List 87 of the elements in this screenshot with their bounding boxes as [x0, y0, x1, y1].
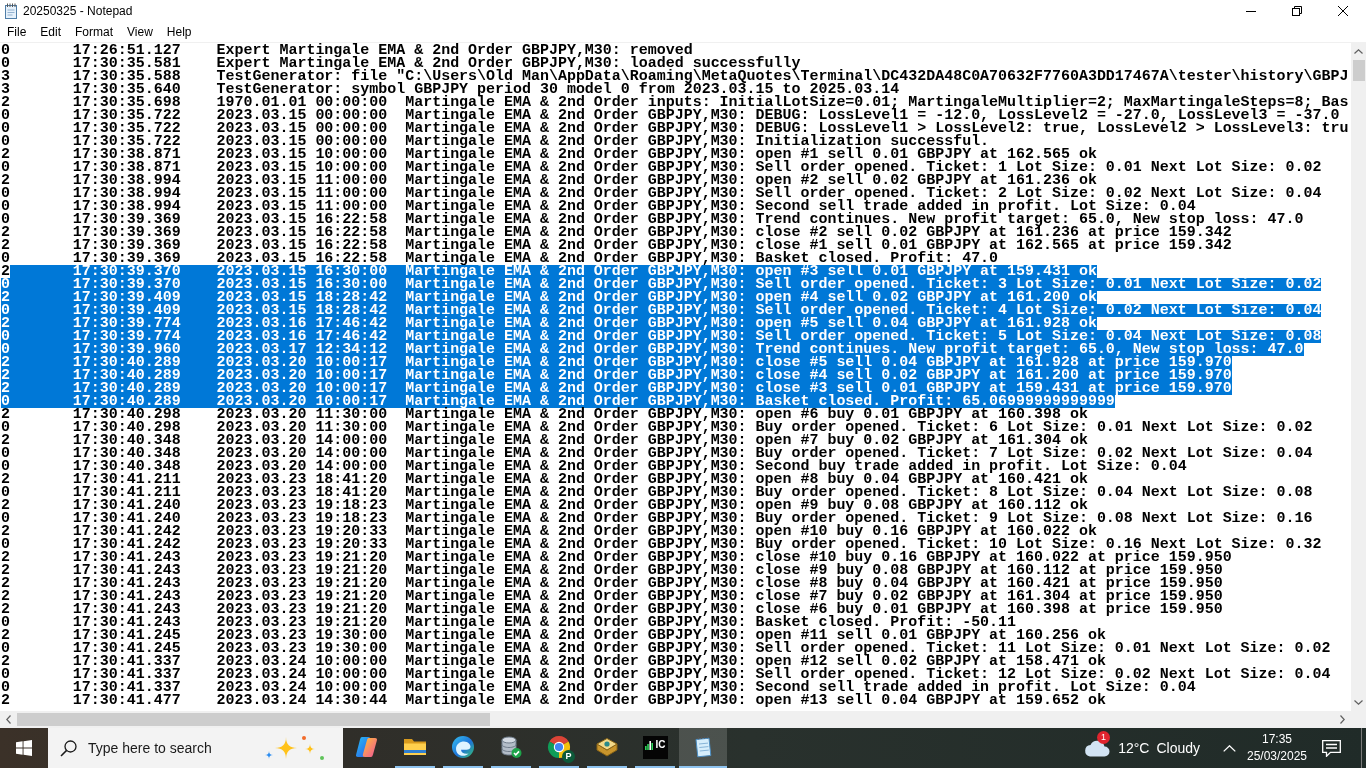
- chevron-up-icon: [1354, 49, 1363, 54]
- text-line: 2 17:30:41.477 2023.03.24 14:30:44 Martingale EMA & 2nd Order GBPJPY,M30: open #13 sell 0.04 GBPJPY at 159.652 ok: [1, 694, 1106, 707]
- search-icon: [60, 739, 77, 757]
- text-line: 2 17:30:40.289 2023.03.20 10:00:17 Martingale EMA & 2nd Order GBPJPY,M30: close #4 sell 0.02 GBPJPY at 161.200 at price 159.970: [1, 369, 1232, 382]
- text-line: 0 17:30:35.722 2023.03.15 00:00:00 Martingale EMA & 2nd Order GBPJPY,M30: DEBUG: LossLevel1 > LossLevel2: true, LossLevel2 > LossLevel3: tru: [1, 122, 1349, 135]
- text-line: 0 17:30:41.337 2023.03.24 10:00:00 Martingale EMA & 2nd Order GBPJPY,M30: Second sell trade added in profit. Lot Size: 0.04: [1, 681, 1196, 694]
- scrollbar-thumb[interactable]: [17, 713, 490, 726]
- text-line: 0 17:30:35.581 Expert Martingale EMA & 2nd Order GBPJPY,M30: loaded successfully: [1, 57, 801, 70]
- swirl-logo-icon: [451, 735, 475, 759]
- text-line: 2 17:30:41.245 2023.03.23 19:30:00 Martingale EMA & 2nd Order GBPJPY,M30: open #11 sell 0.01 GBPJPY at 160.256 ok: [1, 629, 1106, 642]
- text-line: 2 17:30:41.211 2023.03.23 18:41:20 Martingale EMA & 2nd Order GBPJPY,M30: open #8 buy 0.04 GBPJPY at 160.421 ok: [1, 473, 1088, 486]
- menu-item[interactable]: Edit: [33, 22, 69, 42]
- text-line: 2 17:30:41.243 2023.03.23 19:21:20 Martingale EMA & 2nd Order GBPJPY,M30: close #7 buy 0.02 GBPJPY at 161.304 at price 159.950: [1, 590, 1223, 603]
- text-line: 2 17:30:39.409 2023.03.15 18:28:42 Martingale EMA & 2nd Order GBPJPY,M30: open #4 sell 0.02 GBPJPY at 161.200 ok: [1, 291, 1097, 304]
- logo-text: IC: [655, 738, 666, 750]
- clock-date: 25/03/2025: [1246, 748, 1308, 765]
- round-browser-icon: [547, 735, 571, 759]
- taskbar-app-button[interactable]: P: [535, 728, 583, 768]
- text-line: 2 17:30:39.369 2023.03.15 16:22:58 Martingale EMA & 2nd Order GBPJPY,M30: close #1 sell 0.01 GBPJPY at 162.565 at price 159.342: [1, 239, 1232, 252]
- text-line: 2 17:30:41.243 2023.03.23 19:21:20 Martingale EMA & 2nd Order GBPJPY,M30: close #6 buy 0.01 GBPJPY at 160.398 at price 159.950: [1, 603, 1223, 616]
- text-line: 0 17:30:39.369 2023.03.15 16:22:58 Martingale EMA & 2nd Order GBPJPY,M30: Trend continues. New profit target: 65.0, New stop loss: 47.0: [1, 213, 1304, 226]
- text-line: 0 17:30:41.243 2023.03.23 19:21:20 Martingale EMA & 2nd Order GBPJPY,M30: Basket closed. Profit: -50.11: [1, 616, 1017, 629]
- bar-chart-icon: [644, 740, 653, 750]
- text-line: 2 17:30:40.298 2023.03.20 11:30:00 Martingale EMA & 2nd Order GBPJPY,M30: open #6 buy 0.01 GBPJPY at 160.398 ok: [1, 408, 1088, 421]
- cloud-icon: [1084, 739, 1111, 757]
- close-icon: [1338, 6, 1348, 16]
- text-line: 0 17:30:40.348 2023.03.20 14:00:00 Martingale EMA & 2nd Order GBPJPY,M30: Second buy trade added in profit. Lot Size: 0.04: [1, 460, 1187, 473]
- text-line: 2 17:30:41.337 2023.03.24 10:00:00 Martingale EMA & 2nd Order GBPJPY,M30: open #12 sell 0.02 GBPJPY at 158.471 ok: [1, 655, 1106, 668]
- text-line: 0 17:30:41.245 2023.03.23 19:30:00 Martingale EMA & 2nd Order GBPJPY,M30: Sell order opened. Ticket: 11 Lot Size: 0.01 Next Lot Size: 0.02: [1, 642, 1331, 655]
- text-line: 0 17:30:41.211 2023.03.23 18:41:20 Martingale EMA & 2nd Order GBPJPY,M30: Buy order opened. Ticket: 8 Lot Size: 0.04 Next Lot Size: 0.08: [1, 486, 1313, 499]
- menu-item[interactable]: Help: [159, 22, 199, 42]
- database-check-icon: [499, 735, 523, 759]
- text-line: 0 17:30:39.960 2023.03.17 12:34:12 Martingale EMA & 2nd Order GBPJPY,M30: Trend continues. New profit target: 65.0, New stop loss: 47.0: [1, 343, 1304, 356]
- text-line: 2 17:30:41.242 2023.03.23 19:20:33 Martingale EMA & 2nd Order GBPJPY,M30: open #10 buy 0.16 GBPJPY at 160.022 ok: [1, 525, 1097, 538]
- text-line: 0 17:30:38.994 2023.03.15 11:00:00 Martingale EMA & 2nd Order GBPJPY,M30: Second sell trade added in profit. Lot Size: 0.04: [1, 200, 1196, 213]
- alert-badge: 1: [1097, 731, 1111, 744]
- profile-badge: P: [562, 750, 575, 763]
- text-line: 2 17:30:38.994 2023.03.15 11:00:00 Martingale EMA & 2nd Order GBPJPY,M30: open #2 sell 0.02 GBPJPY at 161.236 ok: [1, 174, 1097, 187]
- text-line: 2 17:30:41.243 2023.03.23 19:21:20 Martingale EMA & 2nd Order GBPJPY,M30: close #10 buy 0.16 GBPJPY at 160.022 at price 159.950: [1, 551, 1232, 564]
- menu-item[interactable]: File: [0, 22, 34, 42]
- text-line: 2 17:30:39.369 2023.03.15 16:22:58 Martingale EMA & 2nd Order GBPJPY,M30: close #2 sell 0.02 GBPJPY at 161.236 at price 159.342: [1, 226, 1232, 239]
- text-line: 2 17:30:41.243 2023.03.23 19:21:20 Martingale EMA & 2nd Order GBPJPY,M30: close #9 buy 0.08 GBPJPY at 160.112 at price 159.950: [1, 564, 1223, 577]
- text-line: 0 17:30:39.774 2023.03.16 17:46:42 Martingale EMA & 2nd Order GBPJPY,M30: Sell order opened. Ticket: 5 Lot Size: 0.04 Next Lot Size: 0.08: [1, 330, 1322, 343]
- text-line: 2 17:30:35.698 1970.01.01 00:00:00 Martingale EMA & 2nd Order inputs: InitialLotSize=0.01; MartingaleMultiplier=2; MaxMartingaleSteps=8; Bas: [1, 96, 1349, 109]
- text-line: 2 17:30:40.348 2023.03.20 14:00:00 Martingale EMA & 2nd Order GBPJPY,M30: open #7 buy 0.02 GBPJPY at 161.304 ok: [1, 434, 1088, 447]
- text-line: 0 17:30:38.871 2023.03.15 10:00:00 Martingale EMA & 2nd Order GBPJPY,M30: Sell order opened. Ticket: 1 Lot Size: 0.01 Next Lot Size: 0.02: [1, 161, 1322, 174]
- text-line: 2 17:30:40.289 2023.03.20 10:00:17 Martingale EMA & 2nd Order GBPJPY,M30: close #3 sell 0.01 GBPJPY at 159.431 at price 159.970: [1, 382, 1232, 395]
- text-line: 3 17:30:35.588 TestGenerator: file "C:\Users\Old Man\AppData\Roaming\MetaQuotes\Terminal\DC432DA48C0A70632F7760A3DD17467A\tester\history\GBPJ: [1, 70, 1349, 83]
- chevron-down-icon: [1354, 700, 1363, 705]
- text-line: 0 17:30:39.409 2023.03.15 18:28:42 Martingale EMA & 2nd Order GBPJPY,M30: Sell order opened. Ticket: 4 Lot Size: 0.02 Next Lot Size: 0.04: [1, 304, 1322, 317]
- box-emblem-icon: [595, 735, 619, 759]
- window-title: 20250325 - Notepad: [23, 3, 133, 19]
- text-line: 0 17:30:39.370 2023.03.15 16:30:00 Martingale EMA & 2nd Order GBPJPY,M30: Sell order opened. Ticket: 3 Lot Size: 0.01 Next Lot Size: 0.02: [1, 278, 1322, 291]
- scrollbar-thumb[interactable]: [1353, 60, 1365, 81]
- chevron-left-icon: [6, 715, 11, 724]
- menu-item[interactable]: Format: [68, 22, 121, 42]
- windows-logo-icon: [16, 740, 32, 756]
- text-line: 0 17:30:35.722 2023.03.15 00:00:00 Martingale EMA & 2nd Order GBPJPY,M30: Initialization successful.: [1, 135, 990, 148]
- text-line: 2 17:30:39.774 2023.03.16 17:46:42 Martingale EMA & 2nd Order GBPJPY,M30: open #5 sell 0.04 GBPJPY at 161.928 ok: [1, 317, 1097, 330]
- text-line: 0 17:30:41.337 2023.03.24 10:00:00 Martingale EMA & 2nd Order GBPJPY,M30: Sell order opened. Ticket: 12 Lot Size: 0.02 Next Lot Size: 0.04: [1, 668, 1331, 681]
- weather-condition: Cloudy: [1156, 740, 1200, 756]
- restore-icon: [1292, 6, 1302, 16]
- notepad-icon: [4, 3, 18, 19]
- speech-bubble-icon: [1321, 739, 1341, 757]
- text-line: 0 17:30:38.994 2023.03.15 11:00:00 Martingale EMA & 2nd Order GBPJPY,M30: Sell order opened. Ticket: 2 Lot Size: 0.02 Next Lot Size: 0.04: [1, 187, 1322, 200]
- text-line: 2 17:30:40.289 2023.03.20 10:00:17 Martingale EMA & 2nd Order GBPJPY,M30: close #5 sell 0.04 GBPJPY at 161.928 at price 159.970: [1, 356, 1232, 369]
- text-line: 0 17:26:51.127 Expert Martingale EMA & 2nd Order GBPJPY,M30: removed: [1, 44, 693, 57]
- text-line: 0 17:30:41.242 2023.03.23 19:20:33 Martingale EMA & 2nd Order GBPJPY,M30: Buy order opened. Ticket: 10 Lot Size: 0.16 Next Lot Size: 0.32: [1, 538, 1322, 551]
- text-line: 2 17:30:41.240 2023.03.23 19:18:23 Martingale EMA & 2nd Order GBPJPY,M30: open #9 buy 0.08 GBPJPY at 160.112 ok: [1, 499, 1088, 512]
- text-line: 0 17:30:35.722 2023.03.15 00:00:00 Martingale EMA & 2nd Order GBPJPY,M30: DEBUG: LossLevel1 = -12.0, LossLevel2 = -27.0, LossLevel3 = -37.0: [1, 109, 1340, 122]
- text-line: 2 17:30:38.871 2023.03.15 10:00:00 Martingale EMA & 2nd Order GBPJPY,M30: open #1 sell 0.01 GBPJPY at 162.565 ok: [1, 148, 1097, 161]
- text-line: 0 17:30:41.240 2023.03.23 19:18:23 Martingale EMA & 2nd Order GBPJPY,M30: Buy order opened. Ticket: 9 Lot Size: 0.08 Next Lot Size: 0.16: [1, 512, 1313, 525]
- menu-item[interactable]: View: [120, 22, 160, 42]
- chevron-right-icon: [1340, 715, 1345, 724]
- text-line: 0 17:30:40.289 2023.03.20 10:00:17 Martingale EMA & 2nd Order GBPJPY,M30: Basket closed. Profit: 65.06999999999999: [1, 395, 1115, 408]
- text-line: 3 17:30:35.640 TestGenerator: symbol GBPJPY period 30 model 0 from 2023.03.15 to 2025.03.14: [1, 83, 900, 96]
- text-line: 0 17:30:39.369 2023.03.15 16:22:58 Martingale EMA & 2nd Order GBPJPY,M30: Basket closed. Profit: 47.0: [1, 252, 999, 265]
- text-line: 0 17:30:40.348 2023.03.20 14:00:00 Martingale EMA & 2nd Order GBPJPY,M30: Buy order opened. Ticket: 7 Lot Size: 0.02 Next Lot Size: 0.04: [1, 447, 1313, 460]
- taskbar-app-button[interactable]: [679, 728, 727, 768]
- temperature-label: 12°C: [1118, 740, 1150, 756]
- text-line: 2 17:30:41.243 2023.03.23 19:21:20 Martingale EMA & 2nd Order GBPJPY,M30: close #8 buy 0.04 GBPJPY at 160.421 at price 159.950: [1, 577, 1223, 590]
- text-line: 0 17:30:40.298 2023.03.20 11:30:00 Martingale EMA & 2nd Order GBPJPY,M30: Buy order opened. Ticket: 6 Lot Size: 0.01 Next Lot Size: 0.02: [1, 421, 1313, 434]
- caret-up-icon: [1223, 744, 1236, 752]
- taskbar-app-button[interactable]: IC: [631, 728, 679, 768]
- ribbon-logo-icon: [355, 735, 379, 759]
- clock-time: 17:35: [1262, 731, 1292, 748]
- search-field[interactable]: Type here to search: [88, 740, 262, 756]
